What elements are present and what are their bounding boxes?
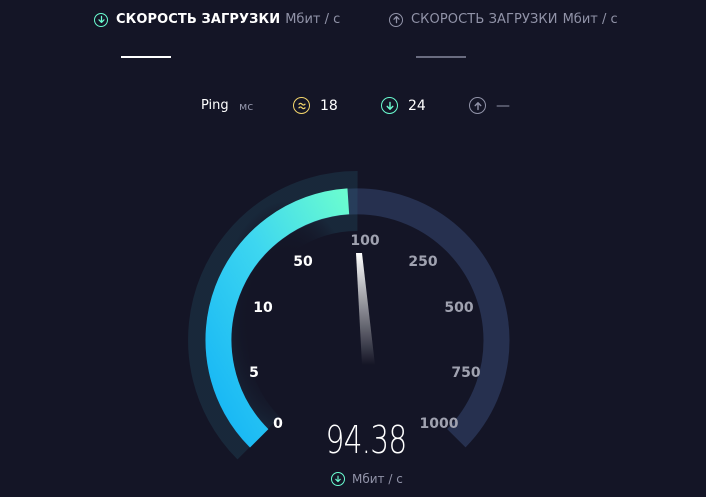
gauge-tick-0: 0 <box>273 416 283 432</box>
download-arrow-icon <box>331 472 345 486</box>
gauge-needle <box>356 253 375 365</box>
gauge-tick-250: 250 <box>408 254 437 270</box>
speed-unit-row: Мбит / с <box>331 472 403 486</box>
speed-unit: Мбит / с <box>352 472 403 486</box>
gauge-tick-10: 10 <box>253 300 273 316</box>
gauge-tick-500: 500 <box>444 300 473 316</box>
gauge-tick-750: 750 <box>451 365 480 381</box>
gauge-tick-50: 50 <box>293 254 313 270</box>
speedtest-page: СКОРОСТЬ ЗАГРУЗКИ Мбит / с СКОРОСТЬ ЗАГР… <box>0 0 706 497</box>
gauge-tick-1000: 1000 <box>420 416 459 432</box>
speed-value: 94.38 <box>325 418 408 462</box>
gauge-tick-100: 100 <box>350 233 379 249</box>
gauge-tick-5: 5 <box>249 365 259 381</box>
